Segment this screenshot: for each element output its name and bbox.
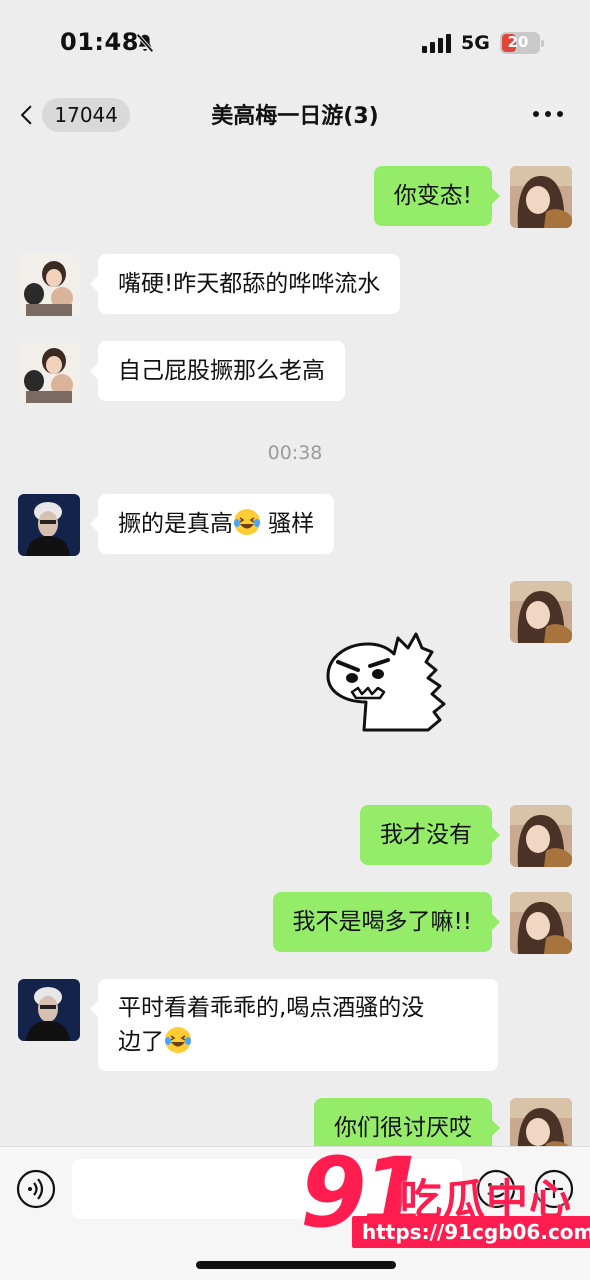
- avatar[interactable]: [510, 892, 572, 954]
- avatar[interactable]: [510, 166, 572, 228]
- more-options-icon[interactable]: [528, 102, 568, 126]
- avatar[interactable]: [18, 254, 80, 316]
- message-bubble[interactable]: 自己屁股撅那么老高: [90, 341, 345, 401]
- message-bubble[interactable]: 我才没有: [360, 805, 500, 865]
- laughing-crying-emoji: [165, 1027, 191, 1053]
- message-bubble[interactable]: 你变态!: [373, 166, 501, 226]
- bell-muted-icon: [136, 33, 154, 53]
- network-type: 5G: [461, 32, 490, 54]
- status-time: 01:48: [60, 28, 139, 56]
- message-text-line: 平时看着乖乖的,喝点酒骚的没: [118, 995, 425, 1021]
- message-bubble[interactable]: 嘴硬!昨天都舔的哗哗流水: [89, 254, 401, 314]
- chevron-left-icon: [21, 105, 32, 125]
- chat-title: 美高梅一日游(3): [211, 104, 379, 129]
- message-timestamp: 00:38: [267, 442, 323, 464]
- avatar[interactable]: [18, 979, 80, 1041]
- avatar[interactable]: [510, 581, 572, 643]
- angry-dinosaur-sticker[interactable]: [318, 626, 468, 736]
- watermark: 91 吃瓜中心 https://91cgb06.com: [300, 1138, 590, 1280]
- message-text: 边了: [118, 1029, 164, 1055]
- voice-input-icon[interactable]: [16, 1169, 56, 1209]
- laughing-crying-emoji: [234, 509, 260, 535]
- chat-header: 17044 美高梅一日游(3): [0, 86, 590, 144]
- avatar[interactable]: [18, 341, 80, 403]
- avatar[interactable]: [18, 494, 80, 556]
- signal-icon: [422, 34, 451, 53]
- avatar[interactable]: [510, 805, 572, 867]
- watermark-url: https://91cgb06.com: [352, 1216, 590, 1248]
- unread-count-badge: 17044: [42, 98, 130, 132]
- battery-level: 20: [507, 33, 529, 51]
- message-bubble[interactable]: 平时看着乖乖的,喝点酒骚的没 边了: [90, 979, 498, 1071]
- message-text-line: 边了: [118, 1025, 478, 1059]
- message-bubble[interactable]: 我不是喝多了嘛!!: [272, 892, 501, 952]
- message-text: 骚样: [261, 511, 315, 537]
- message-text: 撅的是真高: [118, 511, 233, 537]
- status-bar: 01:48 5G 20: [0, 0, 590, 88]
- message-bubble[interactable]: 撅的是真高 骚样: [89, 494, 335, 554]
- battery-icon: 20: [500, 32, 544, 54]
- back-button[interactable]: 17044: [20, 96, 130, 134]
